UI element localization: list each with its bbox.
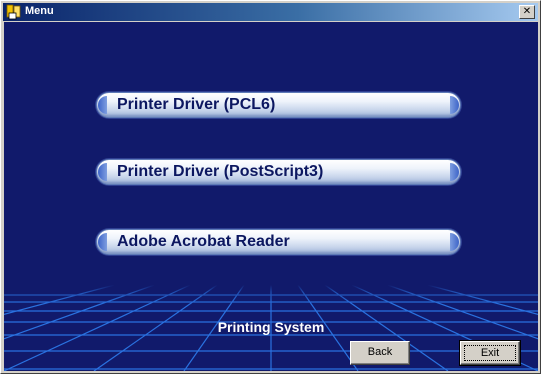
close-button[interactable]: ✕	[519, 5, 535, 19]
close-icon: ✕	[522, 6, 532, 17]
menu-panel: Printer Driver (PCL6) Printer Driver (Po…	[4, 22, 538, 371]
exit-button[interactable]: Exit	[459, 340, 521, 366]
footer-title: Printing System	[217, 319, 325, 335]
back-button[interactable]: Back	[350, 341, 410, 365]
back-label: Back	[367, 346, 393, 358]
exit-label: Exit	[464, 345, 516, 361]
app-icon	[6, 4, 21, 20]
window-title: Menu	[25, 5, 54, 17]
menu-window: Menu ✕ Printer Driver (PCL6) Printer Dri…	[0, 0, 541, 374]
acrobat-reader-button[interactable]: Adobe Acrobat Reader	[96, 229, 461, 255]
title-bar[interactable]: Menu ✕	[3, 3, 538, 21]
pcl6-driver-button[interactable]: Printer Driver (PCL6)	[96, 92, 461, 118]
postscript3-driver-button[interactable]: Printer Driver (PostScript3)	[96, 159, 461, 185]
